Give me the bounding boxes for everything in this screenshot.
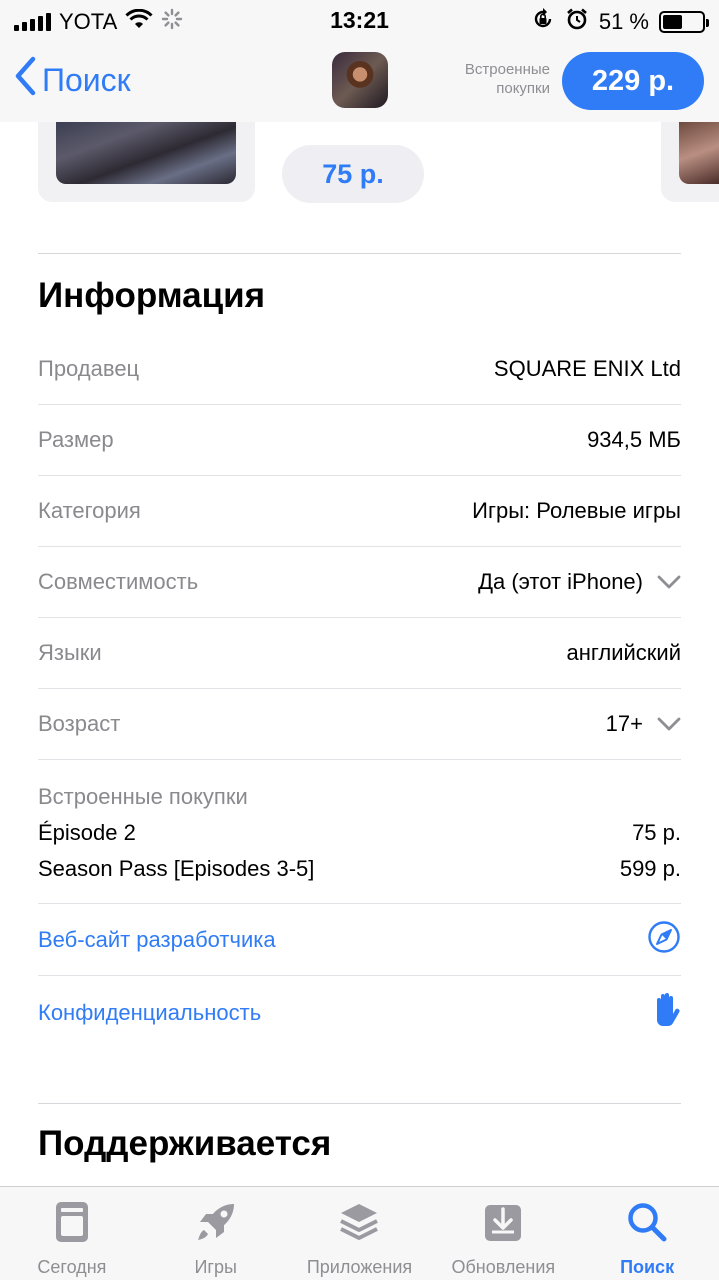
rocket-icon	[194, 1199, 238, 1245]
navigation-bar: Поиск Встроенные покупки 229 р.	[0, 40, 719, 122]
section-divider	[38, 1103, 681, 1104]
chevron-down-icon[interactable]	[657, 575, 681, 589]
category-key: Категория	[38, 498, 141, 523]
tab-apps[interactable]: Приложения	[288, 1187, 432, 1280]
info-row-size: Размер 934,5 МБ	[38, 405, 681, 476]
privacy-label: Конфиденциальность	[38, 1000, 262, 1025]
compass-icon	[647, 920, 681, 960]
developer-website-label: Веб-сайт разработчика	[38, 926, 276, 952]
battery-percent: 51 %	[598, 9, 649, 34]
info-row-age[interactable]: Возраст 17+	[38, 689, 681, 760]
chevron-down-icon[interactable]	[657, 717, 681, 731]
tab-updates[interactable]: Обновления	[431, 1187, 575, 1280]
screenshot-card[interactable]	[38, 122, 255, 202]
screenshot-image-next	[679, 122, 719, 184]
category-value: Игры: Ролевые игры	[472, 498, 681, 523]
seller-value: SQUARE ENIX Ltd	[493, 356, 681, 381]
size-value: 934,5 МБ	[587, 427, 681, 452]
iap-item: Épisode 2 75 р.	[38, 820, 681, 846]
compatibility-key: Совместимость	[38, 569, 199, 594]
alarm-icon	[565, 7, 589, 37]
iap-key: Встроенные покупки	[38, 784, 248, 809]
tab-search[interactable]: Поиск	[575, 1187, 719, 1280]
privacy-link[interactable]: Конфиденциальность	[38, 977, 681, 1049]
age-key: Возраст	[38, 711, 121, 736]
iap-item-name: Season Pass [Episodes 3-5]	[38, 856, 315, 881]
app-icon	[332, 52, 388, 108]
battery-icon	[659, 11, 709, 33]
size-key: Размер	[38, 427, 114, 452]
section-divider	[38, 253, 681, 254]
compatibility-value: Да (этот iPhone)	[478, 569, 643, 594]
back-button-label: Поиск	[42, 61, 131, 98]
tab-search-label: Поиск	[620, 1257, 675, 1277]
in-app-purchases-block: Встроенные покупки Épisode 2 75 р. Seaso…	[38, 760, 681, 904]
tab-apps-label: Приложения	[306, 1257, 413, 1277]
orientation-lock-icon	[531, 7, 555, 37]
tab-games-label: Игры	[194, 1257, 237, 1277]
supported-section-title: Поддерживается	[38, 1124, 332, 1163]
buy-price-button[interactable]: 229 р.	[562, 52, 704, 110]
languages-value: английский	[566, 640, 681, 665]
age-value: 17+	[605, 711, 643, 736]
iap-item-price: 75 р.	[632, 820, 681, 845]
iap-item-name: Épisode 2	[38, 820, 136, 845]
back-button[interactable]: Поиск	[14, 56, 131, 104]
info-section-title: Информация	[38, 276, 266, 315]
screenshot-image	[56, 122, 236, 184]
layers-icon	[337, 1199, 381, 1245]
tab-updates-label: Обновления	[451, 1257, 556, 1277]
info-row-languages: Языки английский	[38, 618, 681, 689]
info-row-compatibility[interactable]: Совместимость Да (этот iPhone)	[38, 547, 681, 618]
tab-today-label: Сегодня	[37, 1257, 107, 1277]
screenshot-card-next[interactable]	[661, 122, 719, 202]
download-tray-icon	[481, 1199, 525, 1245]
chevron-left-icon	[14, 56, 36, 104]
languages-key: Языки	[38, 640, 102, 665]
status-bar: YOTA 13:21 51 %	[0, 0, 719, 40]
hand-raised-icon	[651, 992, 681, 1034]
iap-item: Season Pass [Episodes 3-5] 599 р.	[38, 856, 681, 882]
search-icon	[625, 1199, 669, 1245]
tab-games[interactable]: Игры	[144, 1187, 288, 1280]
today-icon	[50, 1199, 94, 1245]
tab-bar: Сегодня Игры Приложения Обновления Поиск	[0, 1186, 719, 1280]
info-row-category: Категория Игры: Ролевые игры	[38, 476, 681, 547]
tab-today[interactable]: Сегодня	[0, 1187, 144, 1280]
iap-item-price: 599 р.	[619, 856, 681, 881]
in-app-purchases-label: Встроенные покупки	[464, 61, 550, 97]
card-price-button[interactable]: 75 р.	[282, 145, 424, 203]
developer-website-link[interactable]: Веб-сайт разработчика	[38, 904, 681, 976]
info-row-seller: Продавец SQUARE ENIX Ltd	[38, 334, 681, 405]
seller-key: Продавец	[38, 356, 140, 381]
